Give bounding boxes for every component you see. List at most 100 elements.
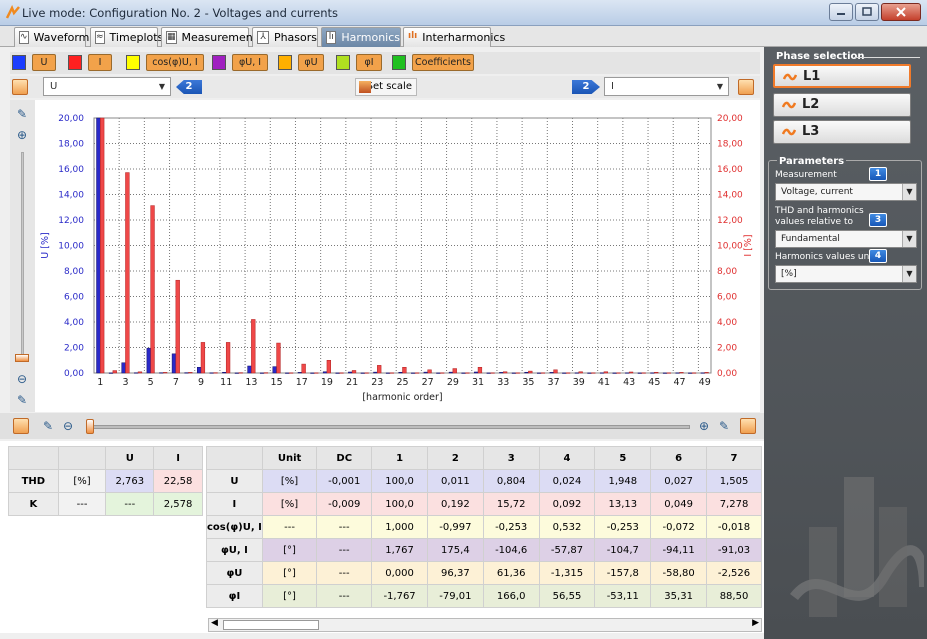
tab-label: Interharmonics: [422, 31, 506, 44]
bar-u: [411, 372, 416, 374]
scrollbar-thumb[interactable]: [223, 620, 319, 630]
y-tick-label-left: 14,00: [58, 191, 84, 201]
right-axis-dropdown[interactable]: I ▼: [604, 77, 729, 96]
tab-interharmonics[interactable]: ılı Interharmonics: [403, 27, 505, 47]
export-left-button[interactable]: [12, 79, 28, 95]
scroll-left-icon[interactable]: ◀: [211, 618, 218, 628]
harmonics-table-body: U [%] -0,001 100,0 0,011 0,804 0,024 1,948 0,027…: [206, 469, 762, 608]
zoom-in-icon[interactable]: ⊕: [14, 127, 30, 143]
bar-u: [322, 371, 328, 374]
measurement-label: Measurement: [775, 170, 837, 180]
series-swatch-phi-i[interactable]: [336, 55, 350, 70]
series-swatch-i[interactable]: [68, 55, 82, 70]
bar-i: [654, 371, 659, 374]
decorative-logo-graphic: [790, 477, 924, 617]
series-button-phi-u[interactable]: φU: [298, 54, 324, 71]
x-tick-label: 37: [548, 377, 560, 388]
bar-u: [184, 372, 189, 374]
series-button-phi-i[interactable]: φI: [356, 54, 382, 71]
table-cell: -58,80: [650, 561, 708, 585]
zoom-out-icon[interactable]: ⊖: [14, 371, 30, 387]
measurement-badge: 1: [869, 167, 887, 181]
series-swatch-phi-ui[interactable]: [212, 55, 226, 70]
series-button-u[interactable]: U: [32, 54, 56, 71]
phase-button-l3[interactable]: L3: [773, 120, 911, 144]
scroll-right-icon[interactable]: ▶: [752, 618, 759, 628]
x-tick-label: 21: [346, 377, 358, 388]
phase-button-l2[interactable]: L2: [773, 93, 911, 117]
edit-icon[interactable]: ✎: [14, 106, 30, 122]
bar-u: [524, 371, 529, 374]
edit-icon[interactable]: ✎: [40, 418, 56, 434]
left-axis-dropdown[interactable]: U ▼: [43, 77, 171, 96]
vertical-zoom-thumb[interactable]: [15, 354, 29, 362]
zoom-in-icon[interactable]: ⊕: [696, 418, 712, 434]
tab-waveforms[interactable]: ∿ Waveforms: [14, 27, 95, 47]
table-row: φU, I [°] --- 1,767 175,4 -104,6 -57,87 -104,7-…: [206, 538, 762, 562]
series-button-phi-ui[interactable]: φU, I: [232, 54, 268, 71]
series-swatch-u[interactable]: [12, 55, 26, 70]
phase-button-l1[interactable]: L1: [773, 64, 911, 88]
horizontal-scrollbar[interactable]: ◀ ▶: [208, 618, 762, 632]
column-header: 5: [594, 446, 652, 470]
chevron-down-icon: ▼: [902, 184, 916, 200]
scale-icon: [359, 81, 371, 93]
horizontal-zoom-thumb[interactable]: [86, 419, 94, 434]
column-header: 4: [538, 446, 596, 470]
tab-phasors[interactable]: ⅄ Phasors: [252, 27, 318, 47]
edit-axis-icon[interactable]: ✎: [14, 392, 30, 408]
relative-dropdown[interactable]: Fundamental ▼: [775, 230, 917, 248]
bar-i: [377, 365, 382, 374]
table-cell: 15,72: [482, 492, 540, 516]
minimize-button[interactable]: [829, 3, 853, 21]
table-cell: -0,018: [706, 515, 762, 539]
horizontal-zoom-slider[interactable]: [90, 425, 690, 429]
table-header-row: Unit DC 1 2 3 4 5 6 7: [206, 446, 762, 470]
y-tick-label-left: 16,00: [58, 165, 84, 175]
y-tick-label-right: 14,00: [717, 191, 743, 201]
zoom-out-icon[interactable]: ⊖: [60, 418, 76, 434]
tab-measurements[interactable]: ▦ Measurements: [161, 27, 263, 47]
left-axis-value: U: [50, 81, 58, 92]
column-header: I: [153, 446, 203, 470]
left-axis-badge: 2: [176, 80, 202, 94]
bar-i: [477, 367, 483, 374]
table-cell: 56,55: [538, 584, 596, 608]
edit-icon[interactable]: ✎: [716, 418, 732, 434]
table-cell: -157,8: [594, 561, 652, 585]
set-scale-button[interactable]: Set scale: [355, 78, 417, 96]
maximize-button[interactable]: [855, 3, 879, 21]
y-tick-label-right: 16,00: [717, 165, 743, 175]
series-swatch-coefficients[interactable]: [392, 55, 406, 70]
export-right-button[interactable]: [738, 79, 754, 95]
bar-u: [587, 372, 592, 374]
table-cell: ---: [316, 515, 373, 539]
unit-dropdown[interactable]: [%] ▼: [775, 265, 917, 283]
row-label: φU: [206, 561, 263, 585]
vertical-zoom-slider[interactable]: [21, 152, 24, 356]
summary-table: U I THD [%] 2,763 22,58 K --- --- 2,578: [8, 446, 203, 516]
bar-u: [612, 372, 617, 374]
row-label: φI: [206, 584, 263, 608]
close-button[interactable]: [881, 3, 921, 21]
measurement-dropdown[interactable]: Voltage, current ▼: [775, 183, 917, 201]
column-header: [57, 446, 107, 470]
table-cell: -0,997: [426, 515, 484, 539]
bar-u: [234, 372, 240, 374]
tab-harmonics[interactable]: lı Harmonics: [321, 27, 401, 47]
column-header: 6: [650, 446, 708, 470]
series-swatch-cos[interactable]: [126, 55, 140, 70]
series-button-cos[interactable]: cos(φ)U, I: [146, 54, 204, 71]
series-button-i[interactable]: I: [88, 54, 112, 71]
table-cell: 96,37: [426, 561, 484, 585]
sine-wave-icon: [782, 128, 796, 136]
bar-u: [461, 372, 466, 374]
series-swatch-phi-u[interactable]: [278, 55, 292, 70]
cell-unit: ---: [57, 492, 107, 516]
export-bottom-left-button[interactable]: [13, 418, 29, 434]
series-button-coefficients[interactable]: Coefficients: [412, 54, 474, 71]
tab-timeplots[interactable]: ≈ Timeplots: [90, 27, 163, 47]
parameters-group: Parameters Measurement 1 Voltage, curren…: [768, 156, 922, 290]
export-bottom-right-button[interactable]: [740, 418, 756, 434]
row-label: U: [206, 469, 263, 493]
